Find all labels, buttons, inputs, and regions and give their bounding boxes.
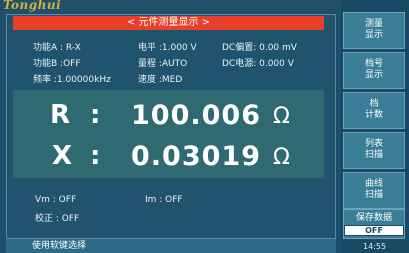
save-data-state: OFF xyxy=(344,225,404,236)
dc-source-param[interactable]: DC电源: 0.000 V xyxy=(222,56,294,69)
softkey-label: 档 xyxy=(369,99,379,109)
x-colon: : xyxy=(90,141,101,171)
status-message: 使用软键选择 xyxy=(32,241,87,251)
softkey-label: 保存数据 xyxy=(355,213,392,223)
softkey-label: 列表 xyxy=(364,139,383,149)
brand-logo: Tonghui xyxy=(3,0,62,12)
softkey-meas-display[interactable]: 测量 显示 xyxy=(343,12,405,49)
frequency-param[interactable]: 频率 :1.00000kHz xyxy=(33,72,111,85)
status-bar: 使用软键选择 xyxy=(6,239,336,253)
page-title: < 元件测量显示 > xyxy=(13,16,324,30)
softkey-label: 扫描 xyxy=(364,150,383,160)
level-param[interactable]: 电平 :1.000 V xyxy=(138,40,197,53)
speed-param[interactable]: 速度 :MED xyxy=(138,72,182,85)
softkey-label: 曲线 xyxy=(364,179,383,189)
softkey-list-sweep[interactable]: 列表 扫描 xyxy=(343,132,405,169)
softkey-label: 计数 xyxy=(364,110,383,120)
x-label: X xyxy=(52,141,73,171)
softkey-label: 显示 xyxy=(364,70,383,80)
im-monitor[interactable]: Im : OFF xyxy=(145,195,183,205)
softkey-label: 测量 xyxy=(364,19,383,29)
x-unit: Ω xyxy=(273,145,290,170)
softkey-label: 档号 xyxy=(364,59,383,69)
softkey-label: 扫描 xyxy=(364,190,383,200)
softkey-save-data[interactable]: 保存数据 OFF xyxy=(343,209,405,239)
softkey-bin-display[interactable]: 档号 显示 xyxy=(343,52,405,89)
x-value: 0.03019 xyxy=(131,141,261,172)
r-value: 100.006 xyxy=(131,100,261,131)
dc-bias-param[interactable]: DC偏置: 0.00 mV xyxy=(222,40,297,53)
clock: 14:55 xyxy=(363,242,387,251)
range-param[interactable]: 量程 :AUTO xyxy=(138,56,187,69)
r-label: R xyxy=(50,100,71,130)
r-colon: : xyxy=(90,100,101,130)
vm-monitor[interactable]: Vm : OFF xyxy=(35,195,76,205)
softkey-curve-sweep[interactable]: 曲线 扫描 xyxy=(343,172,405,209)
correction-status[interactable]: 校正 : OFF xyxy=(35,211,79,224)
softkey-bin-count[interactable]: 档 计数 xyxy=(343,92,405,129)
r-unit: Ω xyxy=(273,104,290,129)
softkey-label: 显示 xyxy=(364,30,383,40)
function-a-param[interactable]: 功能A : R-X xyxy=(33,40,81,53)
function-b-param[interactable]: 功能B :OFF xyxy=(33,56,81,69)
